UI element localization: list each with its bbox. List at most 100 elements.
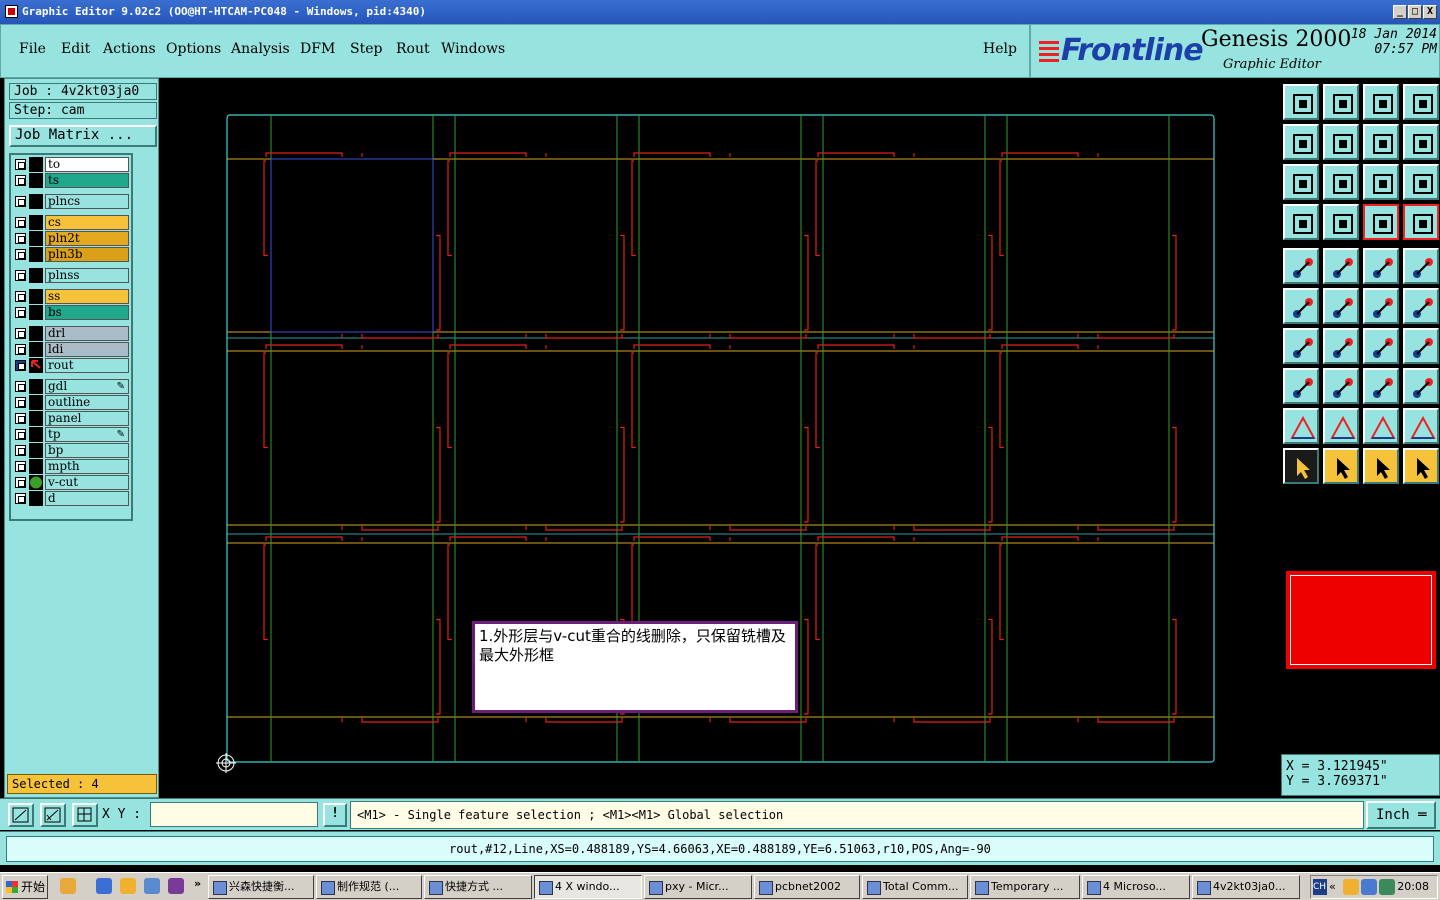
- measure-icon[interactable]: [40, 803, 66, 827]
- home-icon[interactable]: [1363, 84, 1399, 120]
- grid-icon[interactable]: [72, 803, 98, 827]
- menu-file[interactable]: File: [19, 41, 46, 57]
- layer-row[interactable]: plncs: [13, 194, 131, 209]
- layer-row[interactable]: v-cut: [13, 475, 131, 490]
- zoom-out-icon[interactable]: [1323, 124, 1359, 160]
- merge-icon[interactable]: [1403, 368, 1439, 404]
- rout-slot[interactable]: [620, 426, 625, 523]
- taskbar-button[interactable]: 制作规范 (...: [316, 875, 422, 899]
- rout-slot[interactable]: [999, 544, 1004, 641]
- layer-row[interactable]: mpth: [13, 459, 131, 474]
- layer-checkbox[interactable]: [15, 381, 26, 392]
- menu-actions[interactable]: Actions: [103, 41, 156, 57]
- layer-name[interactable]: bp: [45, 443, 129, 458]
- quicklaunch-ie-icon[interactable]: [144, 878, 160, 894]
- rout-slot[interactable]: [729, 718, 807, 723]
- layer-name[interactable]: ldi: [45, 342, 129, 357]
- taskbar-button[interactable]: 快捷方式 ...: [424, 875, 532, 899]
- layer-checkbox[interactable]: [15, 307, 26, 318]
- rout-slot[interactable]: [447, 160, 452, 257]
- net-icon[interactable]: [1283, 288, 1319, 324]
- layer-row[interactable]: to: [13, 157, 131, 172]
- rout-slot[interactable]: [361, 718, 439, 723]
- exclamation-button[interactable]: !: [323, 803, 347, 827]
- layer-row[interactable]: tp ✎: [13, 427, 131, 442]
- job-matrix-button[interactable]: Job Matrix ...: [9, 125, 157, 147]
- rout-slot[interactable]: [817, 536, 895, 541]
- select-path-icon[interactable]: [1403, 448, 1439, 484]
- rout-slot[interactable]: [815, 544, 820, 641]
- layer-checkbox[interactable]: [15, 397, 26, 408]
- rout-slot[interactable]: [1001, 536, 1079, 541]
- scale-1-to-1-icon[interactable]: [1363, 164, 1399, 200]
- rout-slot[interactable]: [449, 536, 527, 541]
- layer-checkbox[interactable]: [15, 217, 26, 228]
- rout-slot[interactable]: [265, 152, 343, 157]
- help-query-icon[interactable]: [1403, 164, 1439, 200]
- taskbar-button[interactable]: pxy - Micr...: [644, 875, 752, 899]
- layer-checkbox[interactable]: [15, 344, 26, 355]
- rout-slot[interactable]: [265, 536, 343, 541]
- rout-slot[interactable]: [1097, 526, 1175, 531]
- rout-slot[interactable]: [436, 618, 441, 715]
- zoom-window-icon[interactable]: [8, 803, 34, 827]
- rout-slot[interactable]: [633, 344, 711, 349]
- rout-slot[interactable]: [817, 344, 895, 349]
- mirror-icon[interactable]: [1403, 328, 1439, 364]
- layer-checkbox[interactable]: [15, 270, 26, 281]
- layer-row[interactable]: ts: [13, 173, 131, 188]
- rout-slot[interactable]: [631, 352, 636, 449]
- rout-slot[interactable]: [1172, 618, 1177, 715]
- rout-slot[interactable]: [1001, 344, 1079, 349]
- polygon-icon[interactable]: [1323, 248, 1359, 284]
- rotate-icon[interactable]: [1363, 328, 1399, 364]
- layer-row[interactable]: panel: [13, 411, 131, 426]
- layer-row[interactable]: cs: [13, 215, 131, 230]
- layer-checkbox[interactable]: [15, 477, 26, 488]
- arc-up-icon[interactable]: [1363, 408, 1399, 444]
- layer-control-icon[interactable]: [1363, 204, 1399, 240]
- layer-row[interactable]: d: [13, 491, 131, 506]
- layer-control-alt-icon[interactable]: [1403, 204, 1439, 240]
- layer-checkbox[interactable]: [15, 445, 26, 456]
- circle-icon[interactable]: [1403, 248, 1439, 284]
- layer-name[interactable]: pln2t: [45, 231, 129, 246]
- maximize-button[interactable]: □: [1408, 5, 1422, 19]
- rout-slot[interactable]: [804, 426, 809, 523]
- rout-slot[interactable]: [545, 718, 623, 723]
- rout-slot[interactable]: [988, 618, 993, 715]
- pan-icon[interactable]: [1323, 164, 1359, 200]
- layer-checkbox[interactable]: [15, 159, 26, 170]
- layer-checkbox[interactable]: [15, 196, 26, 207]
- rout-slot[interactable]: [447, 544, 452, 641]
- xy-input[interactable]: [150, 802, 318, 827]
- rout-slot[interactable]: [729, 526, 807, 531]
- rout-slot[interactable]: [988, 234, 993, 331]
- delete-x-icon[interactable]: [1323, 288, 1359, 324]
- tray-volume-icon[interactable]: [1379, 879, 1395, 895]
- redraw-icon[interactable]: [1403, 124, 1439, 160]
- rout-slot[interactable]: [1097, 334, 1175, 339]
- layer-row[interactable]: pln2t: [13, 231, 131, 246]
- menu-options[interactable]: Options: [166, 41, 221, 57]
- rout-slot[interactable]: [265, 344, 343, 349]
- undo-zoom-icon[interactable]: [1363, 124, 1399, 160]
- rout-slot[interactable]: [436, 426, 441, 523]
- triangle-icon[interactable]: [1323, 408, 1359, 444]
- layer-name[interactable]: rout: [45, 358, 129, 373]
- rout-slot[interactable]: [436, 234, 441, 331]
- layer-checkbox[interactable]: [15, 413, 26, 424]
- quicklaunch-x-icon[interactable]: [168, 878, 184, 894]
- selected-board-outline[interactable]: [270, 158, 434, 333]
- rout-slot[interactable]: [913, 526, 991, 531]
- tray-network-icon[interactable]: [1361, 879, 1377, 895]
- graphic-canvas[interactable]: 1.外形层与v-cut重合的线删除，只保留铣槽及最大外形框: [160, 80, 1280, 796]
- layer-name[interactable]: plncs: [45, 194, 129, 209]
- layer-name[interactable]: v-cut: [45, 475, 129, 490]
- menu-windows[interactable]: Windows: [441, 41, 505, 57]
- layer-row[interactable]: rout: [13, 358, 131, 373]
- layer-checkbox[interactable]: [15, 461, 26, 472]
- layer-row[interactable]: plnss: [13, 268, 131, 283]
- rout-slot[interactable]: [633, 152, 711, 157]
- select-pointer-icon[interactable]: [1283, 448, 1319, 484]
